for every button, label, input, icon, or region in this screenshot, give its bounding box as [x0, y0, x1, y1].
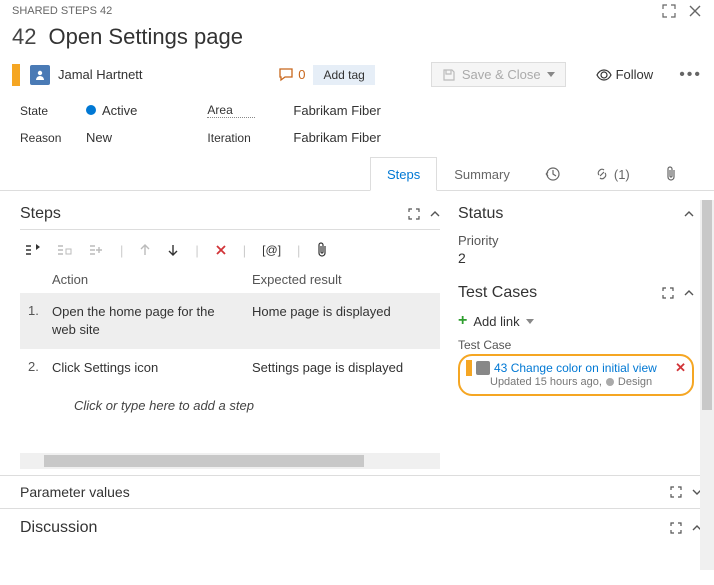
expand-icon[interactable] — [408, 208, 420, 220]
collapse-up-icon[interactable] — [430, 208, 440, 220]
fullscreen-icon[interactable] — [662, 4, 676, 18]
priority-label: Priority — [458, 233, 694, 248]
remove-link-icon[interactable]: ✕ — [675, 360, 686, 376]
move-up-icon[interactable] — [139, 243, 151, 257]
state-dot-icon — [606, 378, 614, 386]
add-link-button[interactable]: + Add link — [458, 312, 694, 330]
move-down-icon[interactable] — [167, 243, 179, 257]
iteration-value[interactable]: Fabrikam Fiber — [293, 130, 380, 145]
type-color-bar — [466, 360, 472, 376]
author-name[interactable]: Jamal Hartnett — [58, 67, 143, 82]
area-label: Area — [207, 103, 255, 118]
col-action: Action — [52, 272, 252, 287]
reason-label: Reason — [20, 131, 68, 145]
insert-step-icon[interactable] — [24, 243, 40, 257]
discussion-count[interactable]: 0 — [278, 67, 305, 82]
follow-button[interactable]: Follow — [596, 67, 654, 82]
col-result: Expected result — [252, 272, 342, 287]
close-icon[interactable] — [688, 4, 702, 18]
iteration-label: Iteration — [207, 131, 255, 145]
expand-icon[interactable] — [662, 287, 674, 299]
state-label: State — [20, 104, 68, 118]
tab-steps[interactable]: Steps — [370, 157, 437, 191]
expand-icon[interactable] — [670, 522, 682, 534]
save-close-button: Save & Close — [431, 62, 566, 87]
step-row[interactable]: 2. Click Settings icon Settings page is … — [20, 349, 440, 387]
tab-history[interactable] — [527, 157, 577, 190]
priority-value[interactable]: 2 — [458, 250, 694, 266]
insert-shared-icon[interactable] — [56, 243, 72, 257]
add-tag-button[interactable]: Add tag — [313, 65, 374, 85]
page-title[interactable]: Open Settings page — [48, 24, 242, 50]
more-actions-button[interactable]: ••• — [679, 66, 702, 84]
discussion-title: Discussion — [20, 519, 97, 537]
tab-attachments[interactable] — [647, 157, 695, 190]
delete-step-icon[interactable] — [215, 244, 227, 256]
expand-icon[interactable] — [670, 486, 682, 498]
state-value[interactable]: Active — [86, 103, 137, 118]
work-item-id: 42 — [12, 24, 36, 50]
plus-icon: + — [458, 312, 467, 330]
horizontal-scrollbar[interactable] — [20, 453, 440, 469]
linked-test-case[interactable]: 43 Change color on initial view ✕ Update… — [458, 354, 694, 396]
parameter-values-title: Parameter values — [20, 484, 130, 500]
tab-links[interactable]: (1) — [577, 157, 647, 190]
type-color-bar — [12, 64, 20, 86]
breadcrumb: SHARED STEPS 42 — [12, 5, 112, 17]
tab-summary[interactable]: Summary — [437, 157, 527, 190]
attach-icon[interactable] — [316, 242, 328, 258]
steps-section-title: Steps — [20, 205, 61, 223]
test-cases-title: Test Cases — [458, 284, 537, 302]
reason-value[interactable]: New — [86, 130, 112, 145]
chevron-down-icon — [526, 319, 534, 324]
add-step-placeholder[interactable]: Click or type here to add a step — [20, 388, 440, 423]
avatar — [476, 361, 490, 375]
add-param-icon[interactable]: [@] — [262, 243, 281, 257]
status-section-title: Status — [458, 205, 503, 223]
test-case-label: Test Case — [458, 338, 694, 352]
create-shared-icon[interactable] — [88, 243, 104, 257]
collapse-up-icon[interactable] — [684, 287, 694, 299]
vertical-scrollbar[interactable] — [700, 200, 714, 570]
collapse-up-icon[interactable] — [684, 209, 694, 219]
area-value[interactable]: Fabrikam Fiber — [293, 103, 380, 118]
step-row[interactable]: 1. Open the home page for the web site H… — [20, 293, 440, 349]
avatar[interactable] — [30, 65, 50, 85]
steps-toolbar: | | | [@] | — [20, 236, 440, 268]
test-case-link[interactable]: 43 Change color on initial view — [494, 361, 657, 375]
chevron-down-icon — [547, 72, 555, 77]
